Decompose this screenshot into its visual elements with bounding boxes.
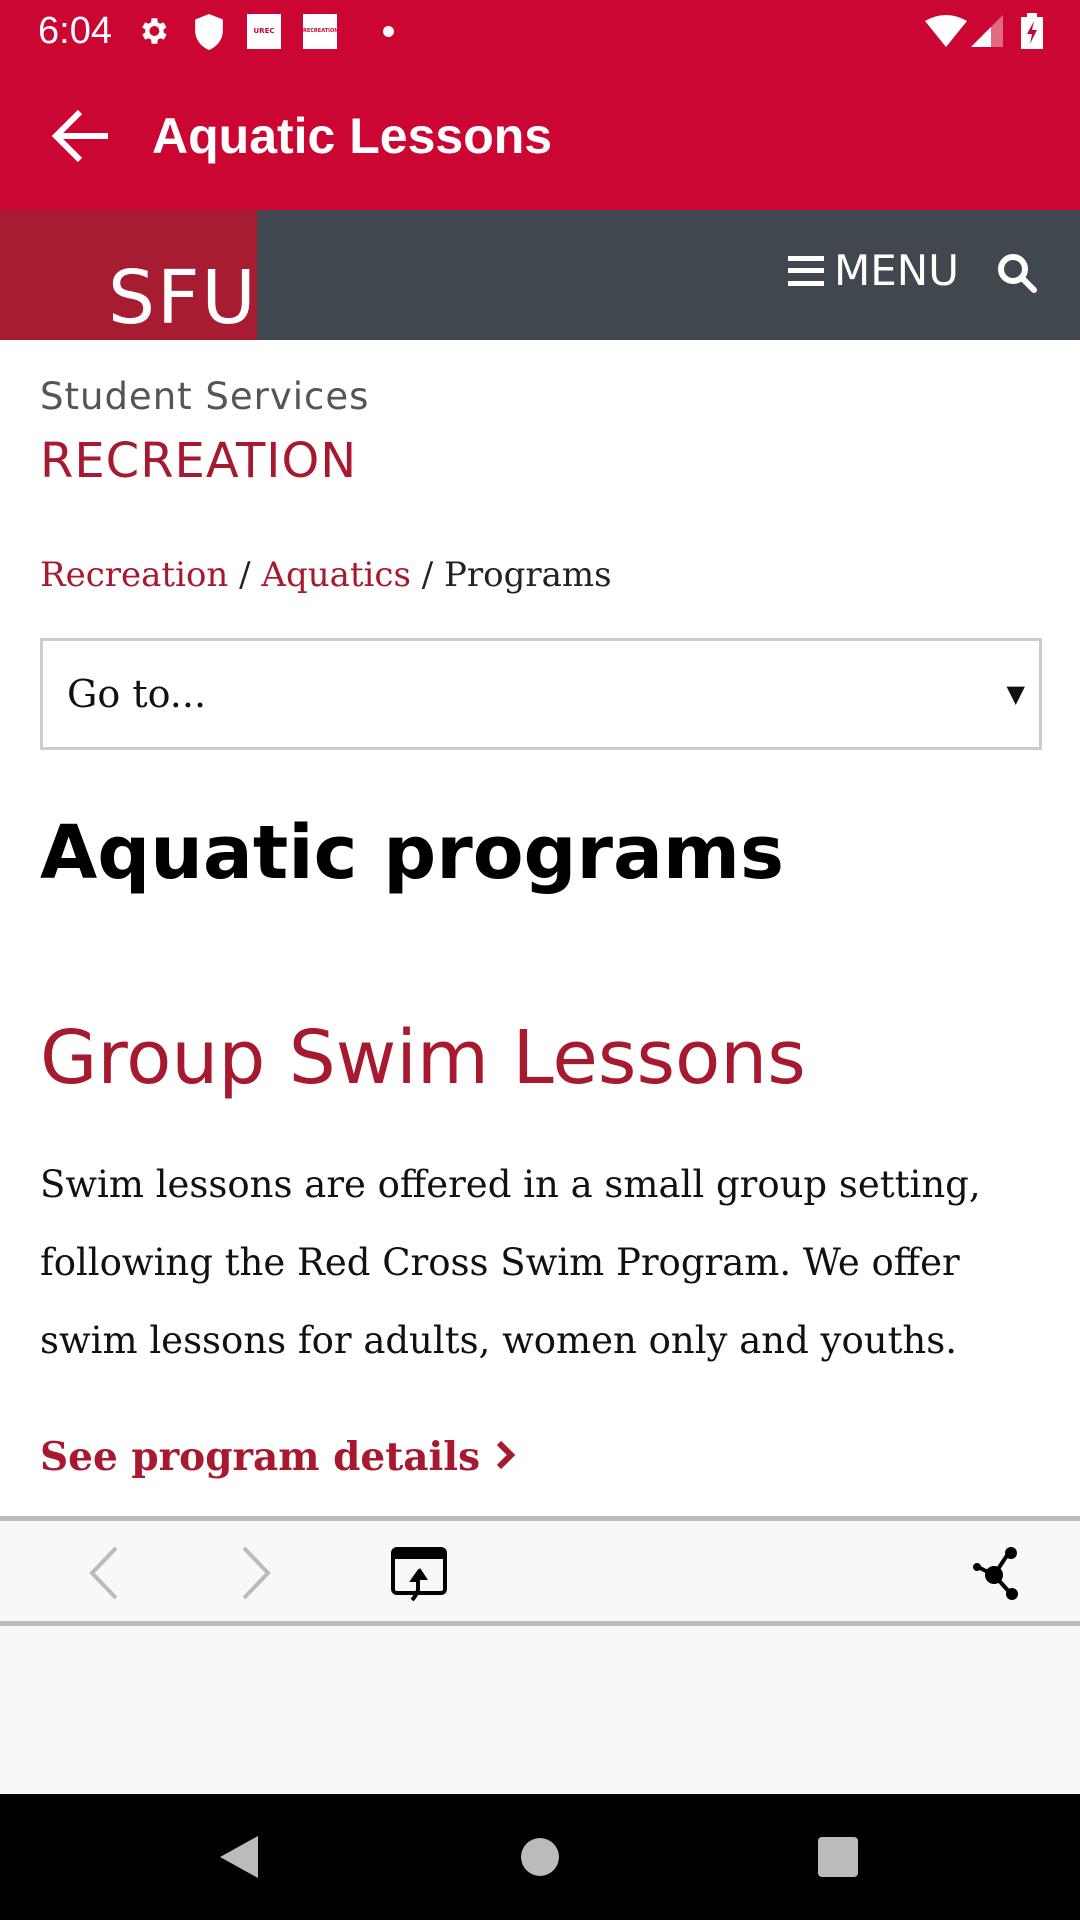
- goto-select[interactable]: Go to... ▼: [40, 638, 1042, 750]
- page-heading: Aquatic programs: [40, 810, 785, 896]
- menu-label: MENU: [834, 246, 959, 295]
- section-heading: Group Swim Lessons: [40, 1015, 806, 1101]
- urec-app-icon: UREC: [247, 14, 281, 49]
- dropdown-arrow-icon: ▼: [1006, 680, 1025, 708]
- breadcrumb-current: Programs: [443, 555, 612, 595]
- section-subtitle: Student Services: [40, 375, 370, 418]
- signal-icon: [971, 15, 1003, 47]
- back-chevron-icon[interactable]: [88, 1546, 120, 1600]
- browser-toolbar: [0, 1516, 1080, 1626]
- breadcrumb-aquatics[interactable]: Aquatics: [261, 555, 411, 595]
- status-time: 6:04: [38, 10, 112, 52]
- breadcrumb-separator: /: [228, 555, 262, 595]
- menu-button[interactable]: MENU: [788, 248, 959, 294]
- open-in-browser-icon[interactable]: [390, 1546, 450, 1602]
- shield-icon: [195, 14, 223, 50]
- program-details-link[interactable]: See program details: [40, 1434, 516, 1480]
- dot-icon: [383, 26, 394, 37]
- search-icon[interactable]: [996, 252, 1038, 294]
- chevron-right-icon: [496, 1440, 515, 1470]
- sfu-logo: SFU: [108, 255, 258, 341]
- nav-home-icon[interactable]: [521, 1838, 559, 1876]
- forward-chevron-icon[interactable]: [240, 1546, 272, 1600]
- app-bar-title: Aquatic Lessons: [152, 108, 553, 164]
- breadcrumb-separator: /: [410, 555, 444, 595]
- nav-back-icon[interactable]: [218, 1834, 260, 1880]
- back-arrow-icon[interactable]: [52, 108, 110, 164]
- breadcrumb: Recreation / Aquatics / Programs: [40, 555, 612, 595]
- section-title[interactable]: RECREATION: [40, 433, 357, 489]
- blank-area: [0, 1626, 1080, 1794]
- recreation-app-icon: RECREATION: [303, 14, 337, 49]
- hamburger-icon: [788, 256, 824, 286]
- goto-select-value: Go to...: [67, 672, 207, 716]
- wifi-icon: [925, 15, 967, 47]
- program-details-label: See program details: [40, 1434, 481, 1480]
- battery-charging-icon: [1021, 13, 1043, 49]
- description-text: Swim lessons are offered in a small grou…: [40, 1163, 981, 1362]
- breadcrumb-recreation[interactable]: Recreation: [40, 555, 228, 595]
- gear-icon: [142, 18, 167, 44]
- nav-recents-icon[interactable]: [818, 1837, 858, 1877]
- share-icon[interactable]: [968, 1545, 1028, 1601]
